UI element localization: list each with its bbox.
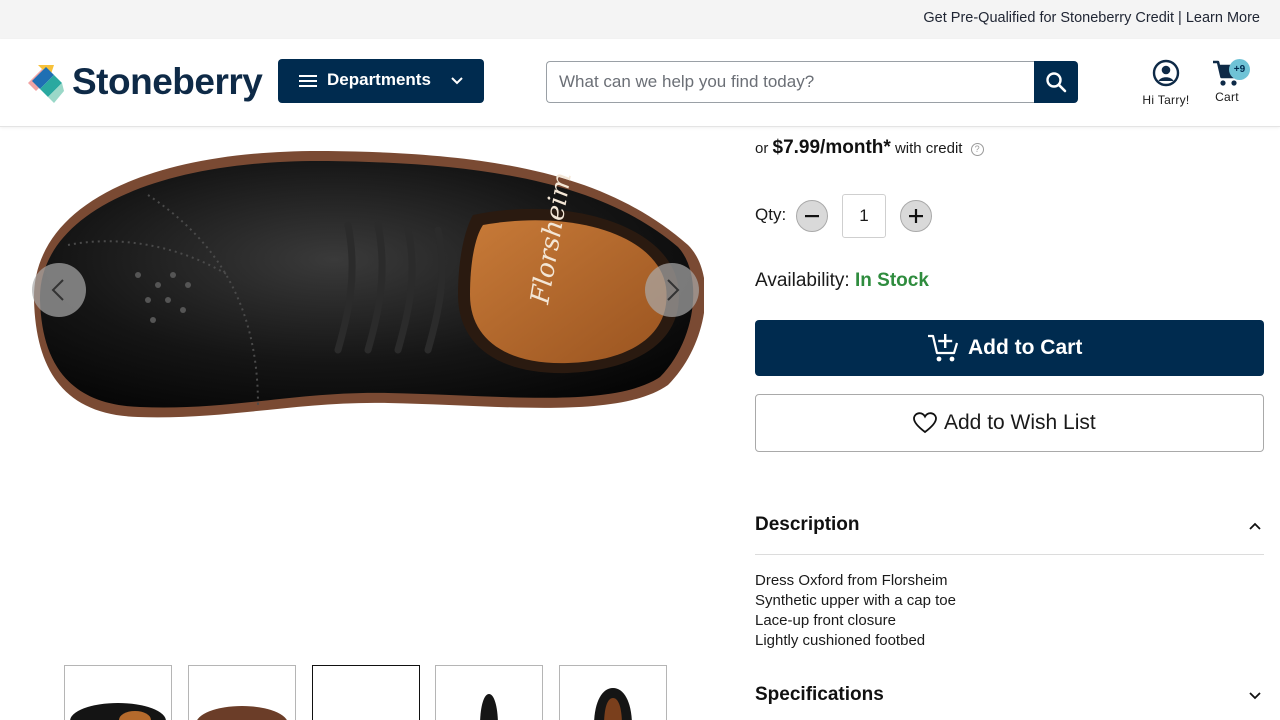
quantity-increase-button[interactable] bbox=[900, 200, 932, 232]
thumbnail-2[interactable] bbox=[188, 665, 296, 720]
thumbnail-4[interactable] bbox=[435, 665, 543, 720]
add-to-cart-button[interactable]: Add to Cart bbox=[755, 320, 1264, 376]
quantity-input[interactable]: 1 bbox=[842, 194, 886, 238]
specifications-title: Specifications bbox=[755, 684, 884, 705]
chevron-down-icon bbox=[451, 77, 463, 85]
logo-mark-icon bbox=[28, 65, 64, 103]
site-header: Stoneberry Departments Hi Tarry! bbox=[0, 39, 1280, 127]
credit-promo-link[interactable]: Get Pre-Qualified for Stoneberry Credit … bbox=[923, 10, 1260, 26]
quantity-label: Qty: bbox=[755, 205, 787, 224]
account-icon bbox=[1152, 59, 1180, 87]
minus-icon bbox=[805, 215, 819, 218]
quantity-decrease-button[interactable] bbox=[796, 200, 828, 232]
heart-icon bbox=[913, 412, 937, 434]
gallery-next-button[interactable] bbox=[645, 263, 699, 317]
shoe-front-thumbnail bbox=[480, 694, 498, 720]
logo-wordmark: Stoneberry bbox=[72, 61, 263, 102]
thumbnail-strip bbox=[64, 665, 674, 720]
chevron-up-icon bbox=[1249, 522, 1261, 530]
stock-status: In Stock bbox=[854, 270, 929, 291]
shoe-top-thumbnail bbox=[70, 703, 166, 720]
credit-prefix: or bbox=[755, 140, 769, 157]
cart-count-badge: +9 bbox=[1229, 59, 1250, 80]
help-icon[interactable]: ? bbox=[970, 142, 984, 156]
search-bar bbox=[546, 61, 1078, 103]
add-to-cart-label: Add to Cart bbox=[968, 336, 1083, 359]
cart-label: Cart bbox=[1215, 90, 1239, 104]
gallery-prev-button[interactable] bbox=[32, 263, 86, 317]
description-bullet: Lace-up front closure bbox=[755, 612, 896, 629]
add-to-wishlist-button[interactable]: Add to Wish List bbox=[755, 394, 1264, 452]
thumbnail-5[interactable] bbox=[559, 665, 667, 720]
monthly-price: $7.99/month* bbox=[772, 137, 891, 158]
account-menu[interactable]: Hi Tarry! bbox=[1136, 59, 1196, 111]
product-main-image: Florsheim bbox=[33, 150, 704, 418]
credit-suffix: with credit bbox=[894, 140, 963, 157]
specifications-toggle[interactable]: Specifications bbox=[755, 676, 1264, 716]
wishlist-label: Add to Wish List bbox=[944, 411, 1096, 434]
availability: Availability: In Stock bbox=[755, 270, 929, 292]
description-bullet: Lightly cushioned footbed bbox=[755, 632, 926, 649]
menu-icon bbox=[299, 75, 317, 87]
cart-link[interactable]: +9 Cart bbox=[1206, 57, 1250, 109]
account-greeting: Hi Tarry! bbox=[1142, 93, 1190, 107]
shoe-sole-thumbnail bbox=[197, 706, 287, 720]
plus-icon bbox=[909, 209, 923, 223]
departments-label: Departments bbox=[327, 70, 431, 89]
description-bullet: Dress Oxford from Florsheim bbox=[755, 572, 948, 589]
shoe-heel-thumbnail bbox=[594, 688, 632, 720]
search-input[interactable] bbox=[546, 61, 1035, 103]
availability-label: Availability: bbox=[755, 270, 850, 291]
description-list: Dress Oxford from Florsheim Synthetic up… bbox=[755, 571, 956, 651]
thumbnail-1[interactable] bbox=[64, 665, 172, 720]
chevron-left-icon bbox=[51, 279, 64, 301]
description-title: Description bbox=[755, 514, 860, 535]
credit-offer: or $7.99/month* with credit ? bbox=[755, 137, 984, 159]
search-icon bbox=[1046, 72, 1067, 93]
chevron-down-icon bbox=[1249, 692, 1261, 700]
departments-button[interactable]: Departments bbox=[278, 59, 484, 103]
add-cart-icon bbox=[928, 334, 959, 362]
description-toggle[interactable]: Description bbox=[755, 506, 1264, 555]
promo-bar: Get Pre-Qualified for Stoneberry Credit … bbox=[0, 0, 1280, 39]
search-button[interactable] bbox=[1034, 61, 1078, 103]
chevron-right-icon bbox=[667, 279, 680, 301]
thumbnail-3[interactable] bbox=[312, 665, 420, 720]
stoneberry-logo[interactable]: Stoneberry bbox=[24, 61, 264, 105]
description-bullet: Synthetic upper with a cap toe bbox=[755, 592, 956, 609]
